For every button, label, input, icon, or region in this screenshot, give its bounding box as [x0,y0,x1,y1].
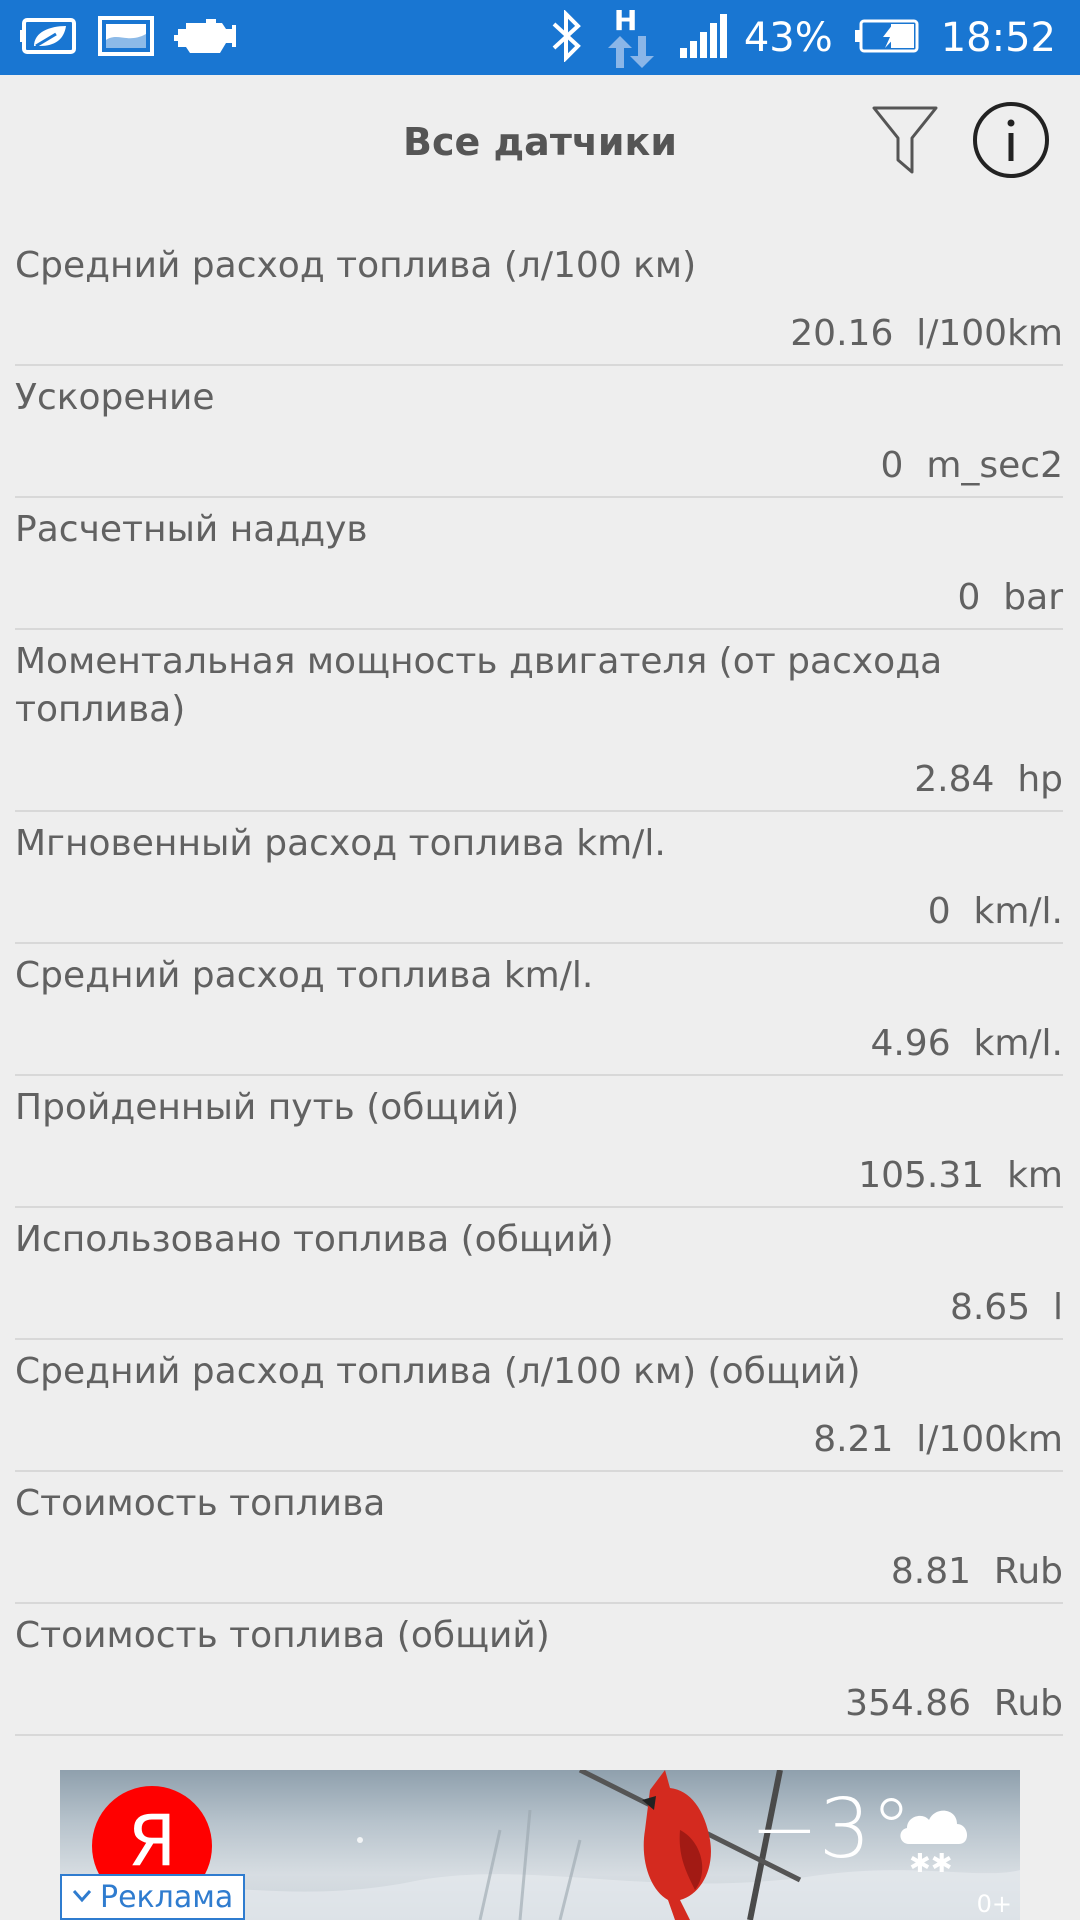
filter-icon [870,104,940,180]
sensor-name: Ускорение [15,377,215,418]
sensor-value: 8.81 Rub [890,1551,1063,1592]
list-item[interactable]: Мгновенный расход топлива km/l. 0 km/l. [15,812,1063,944]
info-button[interactable] [966,97,1056,187]
list-item[interactable]: Средний расход топлива km/l. 4.96 km/l. [15,944,1063,1076]
filter-button[interactable] [860,97,950,187]
sensor-name: Средний расход топлива (л/100 км) [15,245,697,286]
chevron-down-icon [72,1888,92,1907]
app-bar: Все датчики [0,75,1080,210]
sensor-value: 0 bar [957,577,1063,618]
battery-charging-icon [854,19,919,57]
sensor-value: 354.86 Rub [845,1683,1063,1724]
sensor-value: 0 m_sec2 [880,445,1063,486]
sensor-value: 105.31 km [858,1155,1063,1196]
list-item[interactable]: Средний расход топлива (л/100 км) 20.16 … [15,234,1063,366]
sensor-name: Средний расход топлива (л/100 км) (общий… [15,1351,861,1392]
list-item[interactable]: Использовано топлива (общий) 8.65 l [15,1208,1063,1340]
list-item[interactable]: Пройденный путь (общий) 105.31 km [15,1076,1063,1208]
data-transfer-icon: H [606,4,656,68]
leaf-battery-icon [20,16,80,60]
status-bar: H 43% 18:52 [0,0,1080,75]
sensor-value: 8.21 l/100km [813,1419,1063,1460]
age-rating: 0+ [976,1890,1012,1918]
battery-percent: 43% [743,15,833,61]
sensor-name: Моментальная мощность двигателя (от расх… [15,641,943,730]
ad-banner[interactable]: Я −3° ✱✱ 0+ Реклама [60,1770,1020,1920]
signal-icon [678,14,730,62]
ad-label-text: Реклама [100,1879,234,1915]
sensor-list: Средний расход топлива (л/100 км) 20.16 … [15,234,1063,1736]
bluetooth-icon [550,9,584,66]
sensor-name: Стоимость топлива [15,1483,386,1524]
notification-icons [20,10,238,66]
list-item[interactable]: Моментальная мощность двигателя (от расх… [15,630,1063,812]
list-item[interactable]: Стоимость топлива 8.81 Rub [15,1472,1063,1604]
cardinal-bird-image [620,1770,740,1920]
info-icon [972,101,1050,183]
network-type-label: H [613,4,638,37]
sensor-name: Мгновенный расход топлива km/l. [15,823,666,864]
snow-cloud-icon: ✱✱ [895,1800,975,1884]
sensor-value: 8.65 l [949,1287,1063,1328]
ad-temperature: −3° [750,1782,912,1877]
list-item[interactable]: Расчетный наддув 0 bar [15,498,1063,630]
sensor-name: Использовано топлива (общий) [15,1219,614,1260]
svg-text:✱✱: ✱✱ [909,1849,953,1879]
sensor-name: Пройденный путь (общий) [15,1087,520,1128]
system-status-icons: H 43% 18:52 [550,4,1056,68]
sensor-value: 2.84 hp [914,759,1063,800]
clock: 18:52 [940,15,1056,61]
sensor-name: Стоимость топлива (общий) [15,1615,550,1656]
list-item[interactable]: Ускорение 0 m_sec2 [15,366,1063,498]
ad-label-button[interactable]: Реклама [60,1874,246,1920]
sensor-name: Расчетный наддув [15,509,368,550]
image-icon [98,16,154,60]
sensor-value: 20.16 l/100km [790,313,1063,354]
sensor-value: 4.96 km/l. [870,1023,1063,1064]
list-item[interactable]: Стоимость топлива (общий) 354.86 Rub [15,1604,1063,1736]
sensor-name: Средний расход топлива km/l. [15,955,594,996]
engine-icon [172,15,238,61]
sensor-value: 0 km/l. [927,891,1063,932]
list-item[interactable]: Средний расход топлива (л/100 км) (общий… [15,1340,1063,1472]
